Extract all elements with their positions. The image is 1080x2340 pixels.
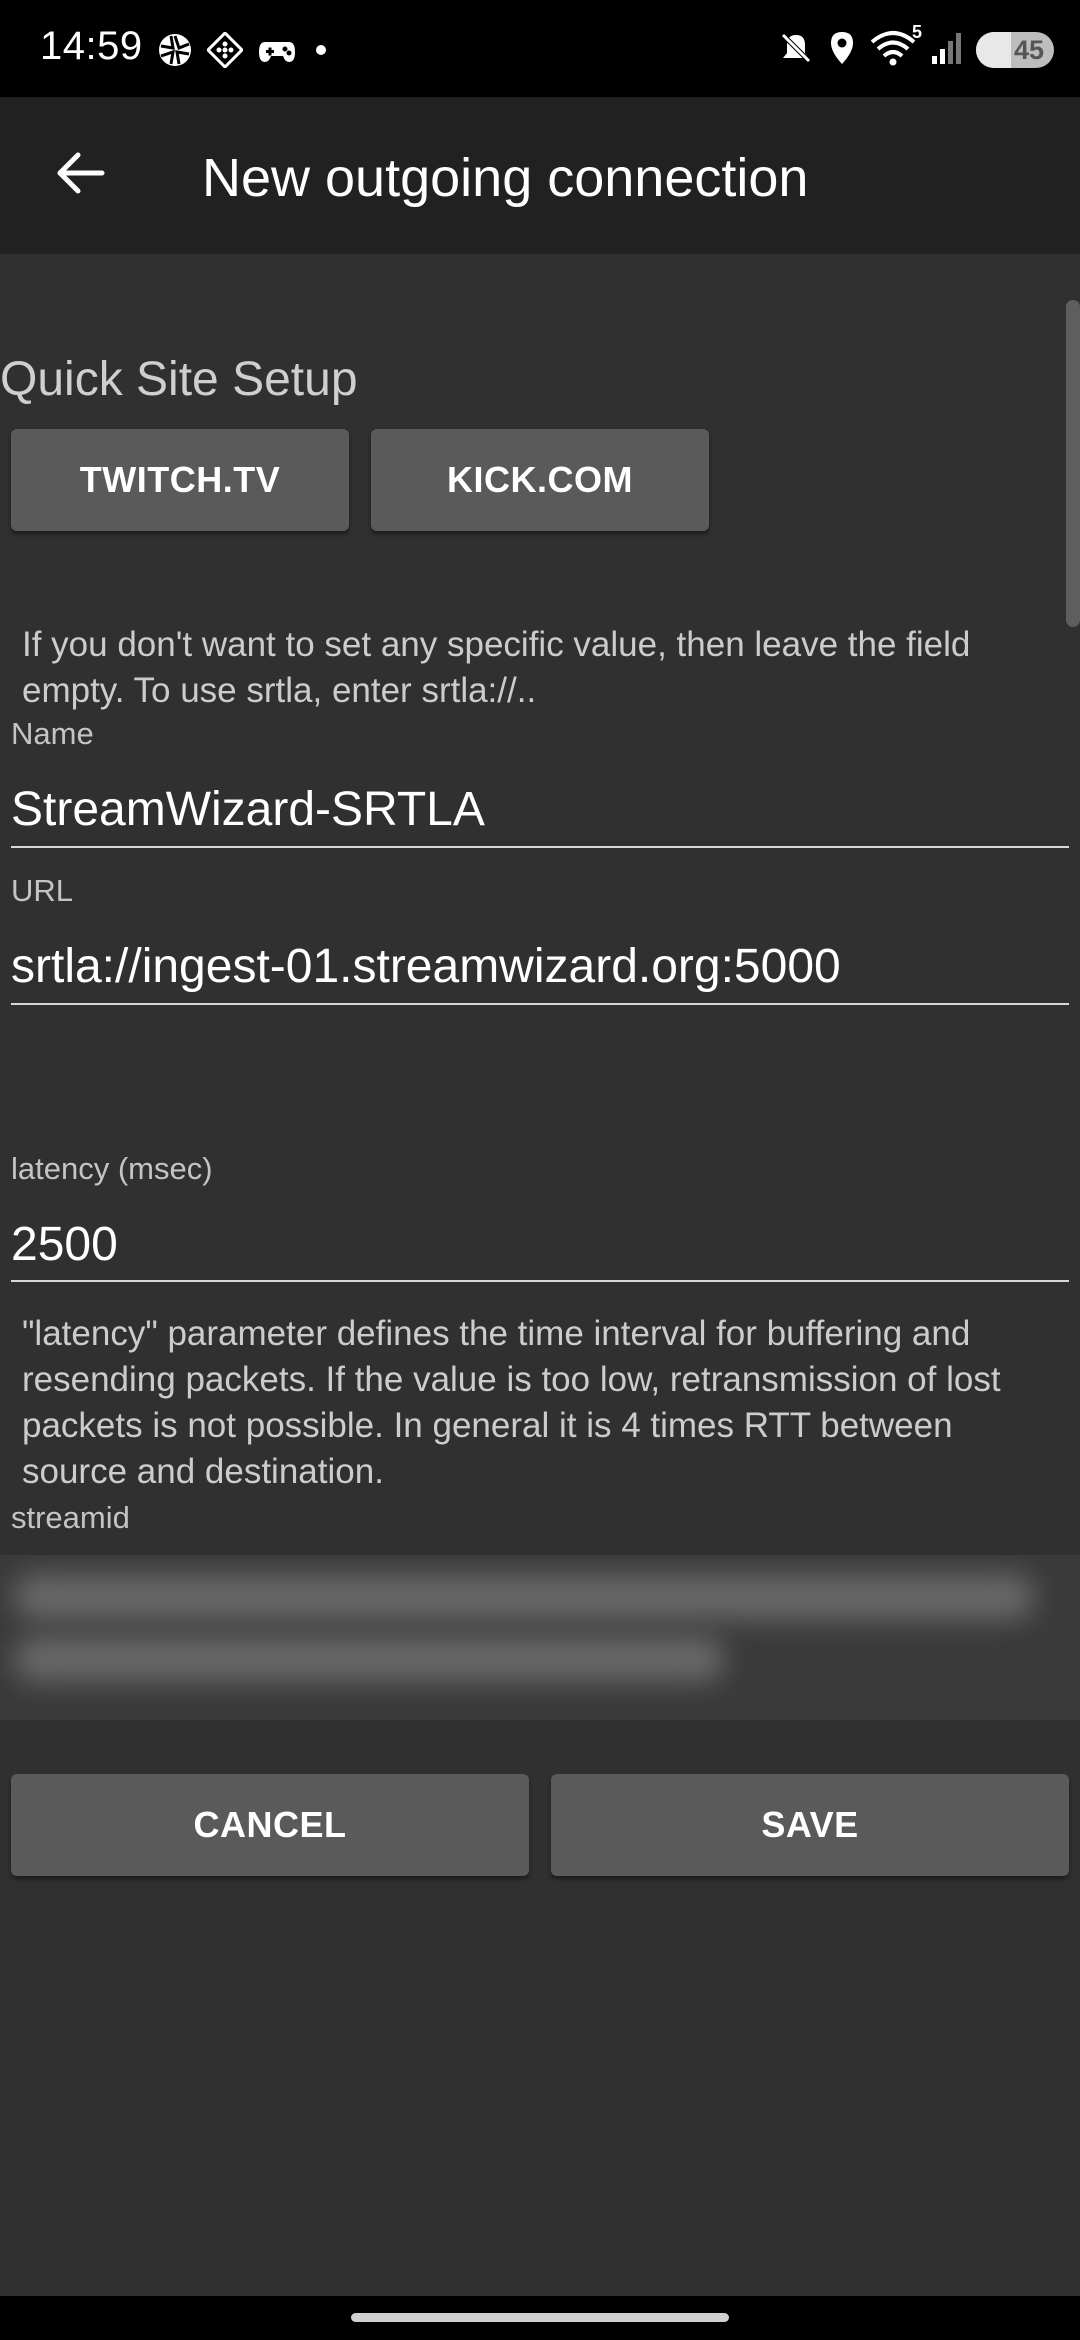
latency-underline xyxy=(11,1280,1069,1282)
form-hint: If you don't want to set any specific va… xyxy=(22,625,971,710)
battery-icon: 45 xyxy=(976,32,1054,68)
latency-help: "latency" parameter defines the time int… xyxy=(22,1314,1001,1491)
url-field[interactable]: srtla://ingest-01.streamwizard.org:5000 xyxy=(11,939,841,994)
url-label: URL xyxy=(11,873,74,908)
twitch-button[interactable]: TWITCH.TV xyxy=(11,429,349,531)
signal-icon xyxy=(930,30,962,71)
page-title: New outgoing connection xyxy=(202,148,809,208)
wifi-icon: 5 xyxy=(870,22,922,71)
mute-icon xyxy=(778,30,814,71)
cancel-button[interactable]: CANCEL xyxy=(11,1774,529,1876)
gamepad-icon xyxy=(257,32,297,73)
save-button[interactable]: SAVE xyxy=(551,1774,1069,1876)
name-field[interactable]: StreamWizard-SRTLA xyxy=(11,782,485,837)
status-bar: 14:59 5 45 xyxy=(0,0,1080,97)
streamid-label: streamid xyxy=(11,1500,130,1535)
kick-button[interactable]: KICK.COM xyxy=(371,429,709,531)
location-icon xyxy=(828,30,856,71)
home-indicator[interactable] xyxy=(351,2313,729,2322)
status-time: 14:59 xyxy=(40,24,143,68)
diamond-grid-icon xyxy=(205,30,245,73)
battery-fill xyxy=(976,32,1012,68)
url-underline xyxy=(11,1003,1069,1005)
blurred-text-line xyxy=(14,1637,724,1681)
back-button[interactable] xyxy=(48,141,112,205)
aperture-icon xyxy=(157,32,193,73)
scrollbar-thumb[interactable] xyxy=(1066,300,1080,627)
name-label: Name xyxy=(11,716,94,751)
status-right-icons: 5 45 xyxy=(778,22,1054,71)
arrow-back-icon xyxy=(48,152,112,209)
notification-dot-icon xyxy=(311,32,331,73)
battery-percent: 45 xyxy=(1013,35,1044,65)
quick-setup-title: Quick Site Setup xyxy=(0,353,358,406)
latency-field[interactable]: 2500 xyxy=(11,1217,118,1272)
name-underline xyxy=(11,846,1069,848)
status-left-icons xyxy=(157,30,331,73)
latency-label: latency (msec) xyxy=(11,1151,213,1186)
app-bar: New outgoing connection xyxy=(0,97,1080,254)
blurred-text-line xyxy=(14,1575,1034,1619)
wifi-badge: 5 xyxy=(911,21,922,42)
streamid-field-blurred[interactable] xyxy=(0,1555,1080,1720)
